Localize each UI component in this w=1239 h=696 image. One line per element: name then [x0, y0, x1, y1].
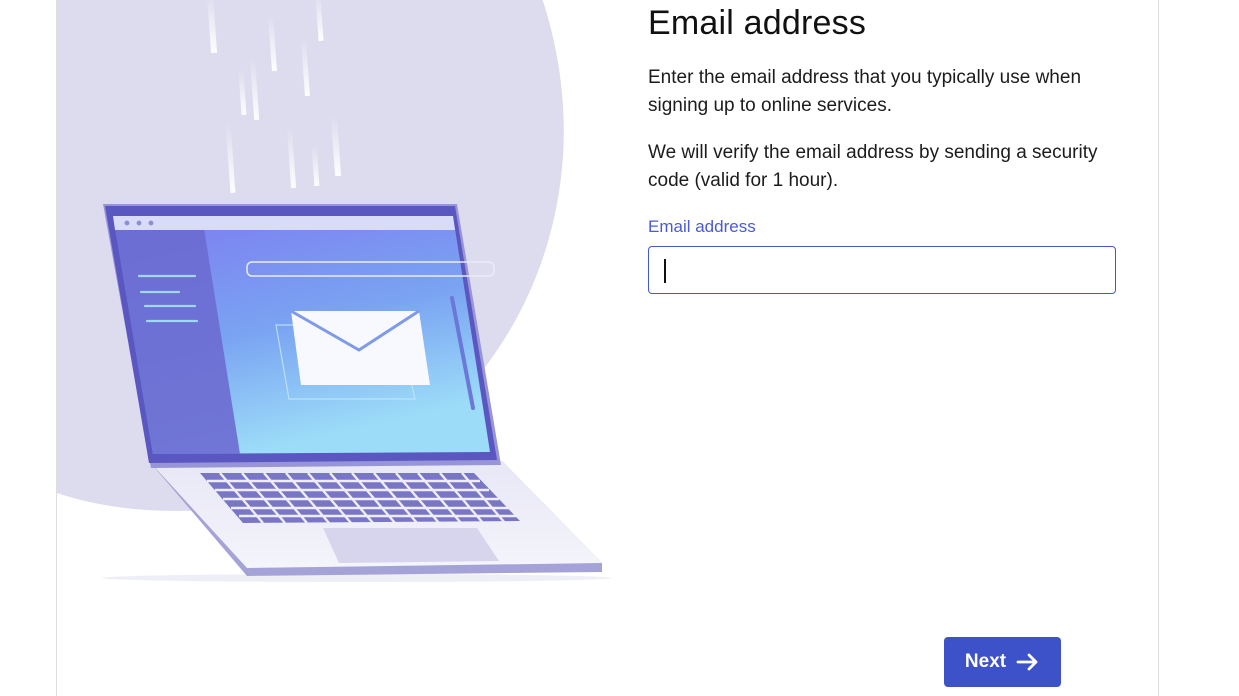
email-input[interactable] [649, 247, 1115, 293]
keyboard [200, 472, 520, 524]
text-cursor [664, 259, 666, 283]
email-field-label: Email address [648, 217, 756, 236]
laptop-shadow [102, 574, 612, 582]
page-title: Email address [648, 4, 867, 42]
description-text: Enter the email address that you typical… [648, 67, 1082, 116]
next-button[interactable]: Next [944, 637, 1061, 687]
signup-card: Email address Enter the email address th… [56, 0, 1159, 696]
email-field[interactable] [648, 246, 1116, 294]
laptop-screen [103, 204, 501, 468]
arrow-right-icon [1016, 652, 1040, 672]
laptop-email-illustration [57, 0, 617, 598]
page: Email address Enter the email address th… [0, 0, 1239, 696]
next-button-label: Next [964, 651, 1007, 672]
verification-note: We will verify the email address by send… [648, 142, 1098, 191]
